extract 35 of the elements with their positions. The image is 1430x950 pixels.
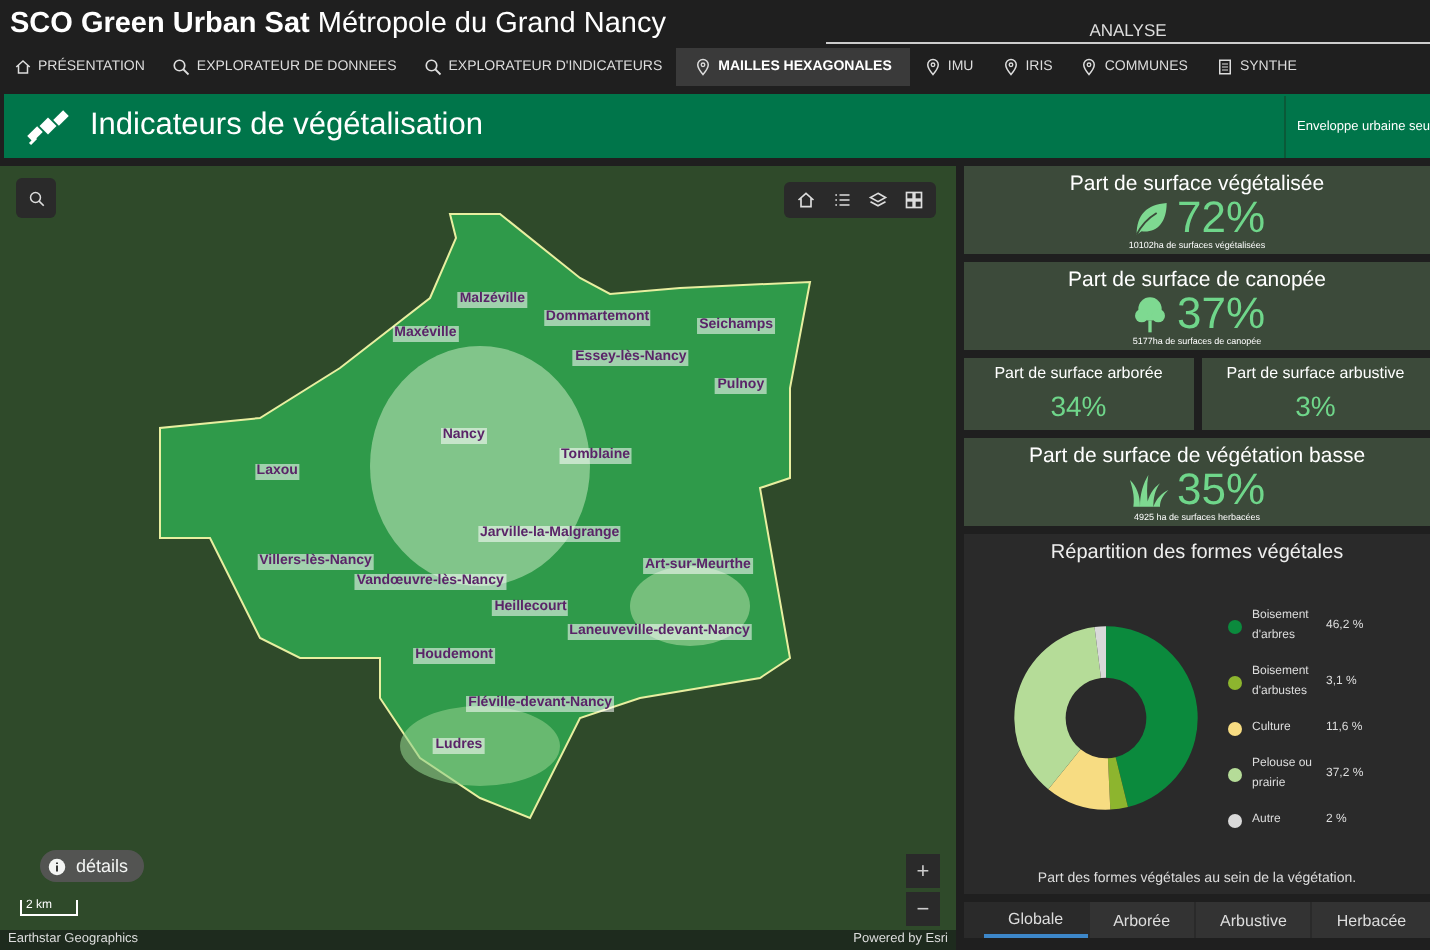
map-tool-button[interactable] (16, 178, 56, 218)
map-pin-icon (923, 57, 942, 75)
list-icon[interactable] (832, 190, 852, 210)
zoom-out-button[interactable]: − (906, 892, 940, 926)
kpi-title: Part de surface arborée (994, 362, 1163, 382)
details-button[interactable]: détails (40, 850, 145, 882)
kpi-title: Part de surface de canopée (1067, 266, 1326, 292)
document-icon (1215, 57, 1234, 75)
map-pin-icon (1080, 57, 1099, 75)
app-title: SCO Green Urban Sat Métropole du Grand Nancy (8, 6, 666, 40)
kpi-value: 34% (1050, 388, 1107, 422)
zoom-in-button[interactable]: + (906, 854, 940, 888)
chart-tab[interactable]: Herbacée (1312, 902, 1430, 938)
search-icon (27, 189, 45, 207)
map-pin-icon (1001, 57, 1020, 75)
header-title: Indicateurs de végétalisation (90, 108, 485, 144)
chart-tab[interactable]: Arborée (1089, 902, 1195, 938)
kpi-value: 72% (1176, 196, 1266, 240)
kpi-value: 37% (1176, 292, 1266, 336)
kpi-title: Part de surface de végétation basse (1028, 442, 1366, 468)
search-icon (424, 57, 443, 75)
chart-tab[interactable]: Arbustive (1196, 902, 1311, 938)
home-icon (14, 57, 32, 75)
section-label: ANALYSE (1089, 22, 1167, 40)
layers-icon[interactable] (868, 190, 888, 210)
chart-title: Répartition des formes végétales (1048, 540, 1346, 564)
kpi-title: Part de surface arbustive (1226, 362, 1405, 382)
kpi-value: 3% (1295, 388, 1336, 422)
search-icon (172, 57, 191, 75)
kpi-title: Part de surface végétalisée (1069, 170, 1325, 196)
kpi-value: 35% (1176, 468, 1266, 512)
grid-icon[interactable] (904, 190, 924, 210)
map-pin-icon (694, 57, 713, 75)
info-icon (48, 857, 66, 875)
home-icon[interactable] (796, 190, 816, 210)
